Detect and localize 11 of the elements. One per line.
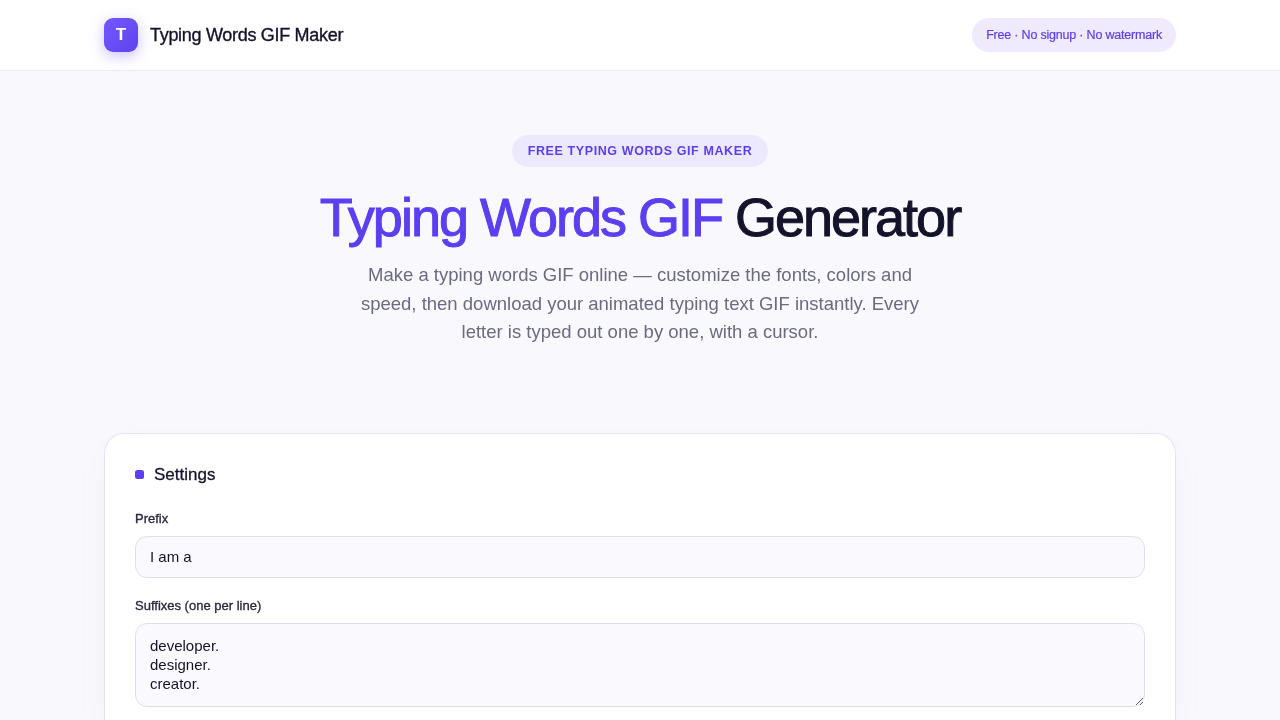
tagline-pill: Free · No signup · No watermark xyxy=(972,17,1176,53)
prefix-input-field[interactable]: I am a xyxy=(135,535,1145,578)
logo: T xyxy=(104,18,138,52)
eyebrow-pill: FREE TYPING WORDS GIF MAKER xyxy=(511,135,769,167)
field-label: Prefix xyxy=(135,510,170,527)
field-label: Suffixes (one per line) xyxy=(135,597,263,614)
section-title: Settings xyxy=(154,463,216,486)
hero-subtitle: Make a typing words GIF online — customize the fonts, colors and speed, then download your animated typing text GIF instantly. Every letter is typed out one by one, with a cursor. xyxy=(359,263,920,344)
hero-title: Typing Words GIF Generator xyxy=(318,187,962,247)
brand-name[interactable]: Typing Words GIF Maker xyxy=(150,21,344,49)
suffixes-text-area[interactable]: developer. designer. creator. xyxy=(135,622,1145,707)
